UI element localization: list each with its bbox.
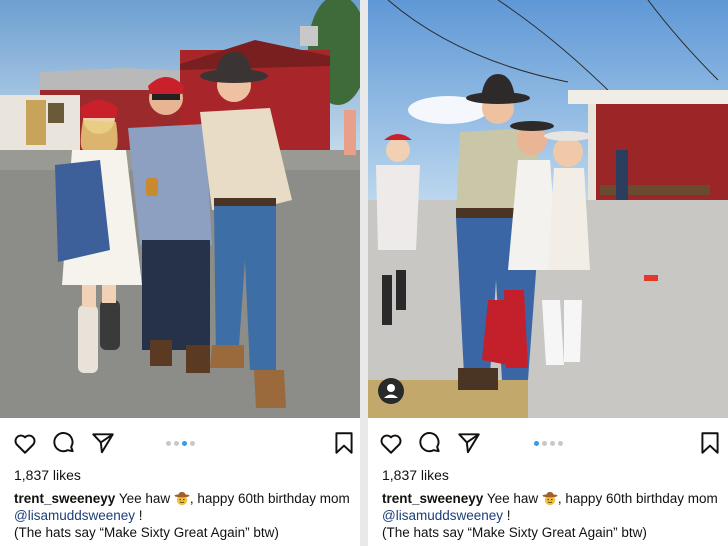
carousel-indicator — [534, 441, 563, 447]
post-caption: trent_sweeneyy Yee haw , happy 60th birt… — [14, 490, 354, 541]
carousel-dot — [166, 441, 171, 446]
comment-icon[interactable] — [417, 430, 443, 456]
username-link[interactable]: trent_sweeneyy — [382, 491, 483, 506]
bookmark-icon[interactable] — [331, 430, 357, 456]
carousel-indicator — [166, 441, 195, 447]
carousel-dot — [190, 441, 195, 446]
caption-note: (The hats say “Make Sixty Great Again” b… — [14, 525, 279, 540]
post-caption: trent_sweeneyy Yee haw , happy 60th birt… — [382, 490, 722, 541]
heart-icon[interactable] — [12, 430, 38, 456]
comment-icon[interactable] — [51, 430, 77, 456]
party-photo-right — [368, 0, 728, 418]
instagram-post-left: 1,837 likes trent_sweeneyy Yee haw , hap… — [0, 0, 360, 546]
mention-link[interactable]: @lisamuddsweeney — [14, 508, 135, 523]
caption-note: (The hats say “Make Sixty Great Again” b… — [382, 525, 647, 540]
post-photo[interactable] — [0, 0, 360, 418]
caption-text: , happy 60th birthday mom — [557, 491, 718, 506]
carousel-dot — [550, 441, 555, 446]
share-icon[interactable] — [456, 430, 482, 456]
caption-text: Yee haw — [486, 491, 539, 506]
caption-text: ! — [135, 508, 143, 523]
post-divider — [360, 0, 368, 546]
instagram-post-right: 1,837 likes trent_sweeneyy Yee haw , hap… — [368, 0, 728, 546]
mention-link[interactable]: @lisamuddsweeney — [382, 508, 503, 523]
heart-icon[interactable] — [378, 430, 404, 456]
share-icon[interactable] — [90, 430, 116, 456]
like-count[interactable]: 1,837 likes — [382, 467, 449, 483]
cowboy-emoji-icon — [542, 490, 558, 506]
username-link[interactable]: trent_sweeneyy — [14, 491, 115, 506]
caption-text: , happy 60th birthday mom — [189, 491, 350, 506]
caption-text: ! — [503, 508, 511, 523]
carousel-dot-active — [534, 441, 539, 446]
carousel-dot — [174, 441, 179, 446]
bookmark-icon[interactable] — [697, 430, 723, 456]
carousel-dot-active — [182, 441, 187, 446]
caption-text: Yee haw — [118, 491, 171, 506]
user-tag-icon[interactable] — [378, 378, 404, 404]
cowboy-emoji-icon — [174, 490, 190, 506]
carousel-dot — [542, 441, 547, 446]
post-photo[interactable] — [368, 0, 728, 418]
like-count[interactable]: 1,837 likes — [14, 467, 81, 483]
carousel-dot — [558, 441, 563, 446]
party-photo-left — [0, 0, 360, 418]
